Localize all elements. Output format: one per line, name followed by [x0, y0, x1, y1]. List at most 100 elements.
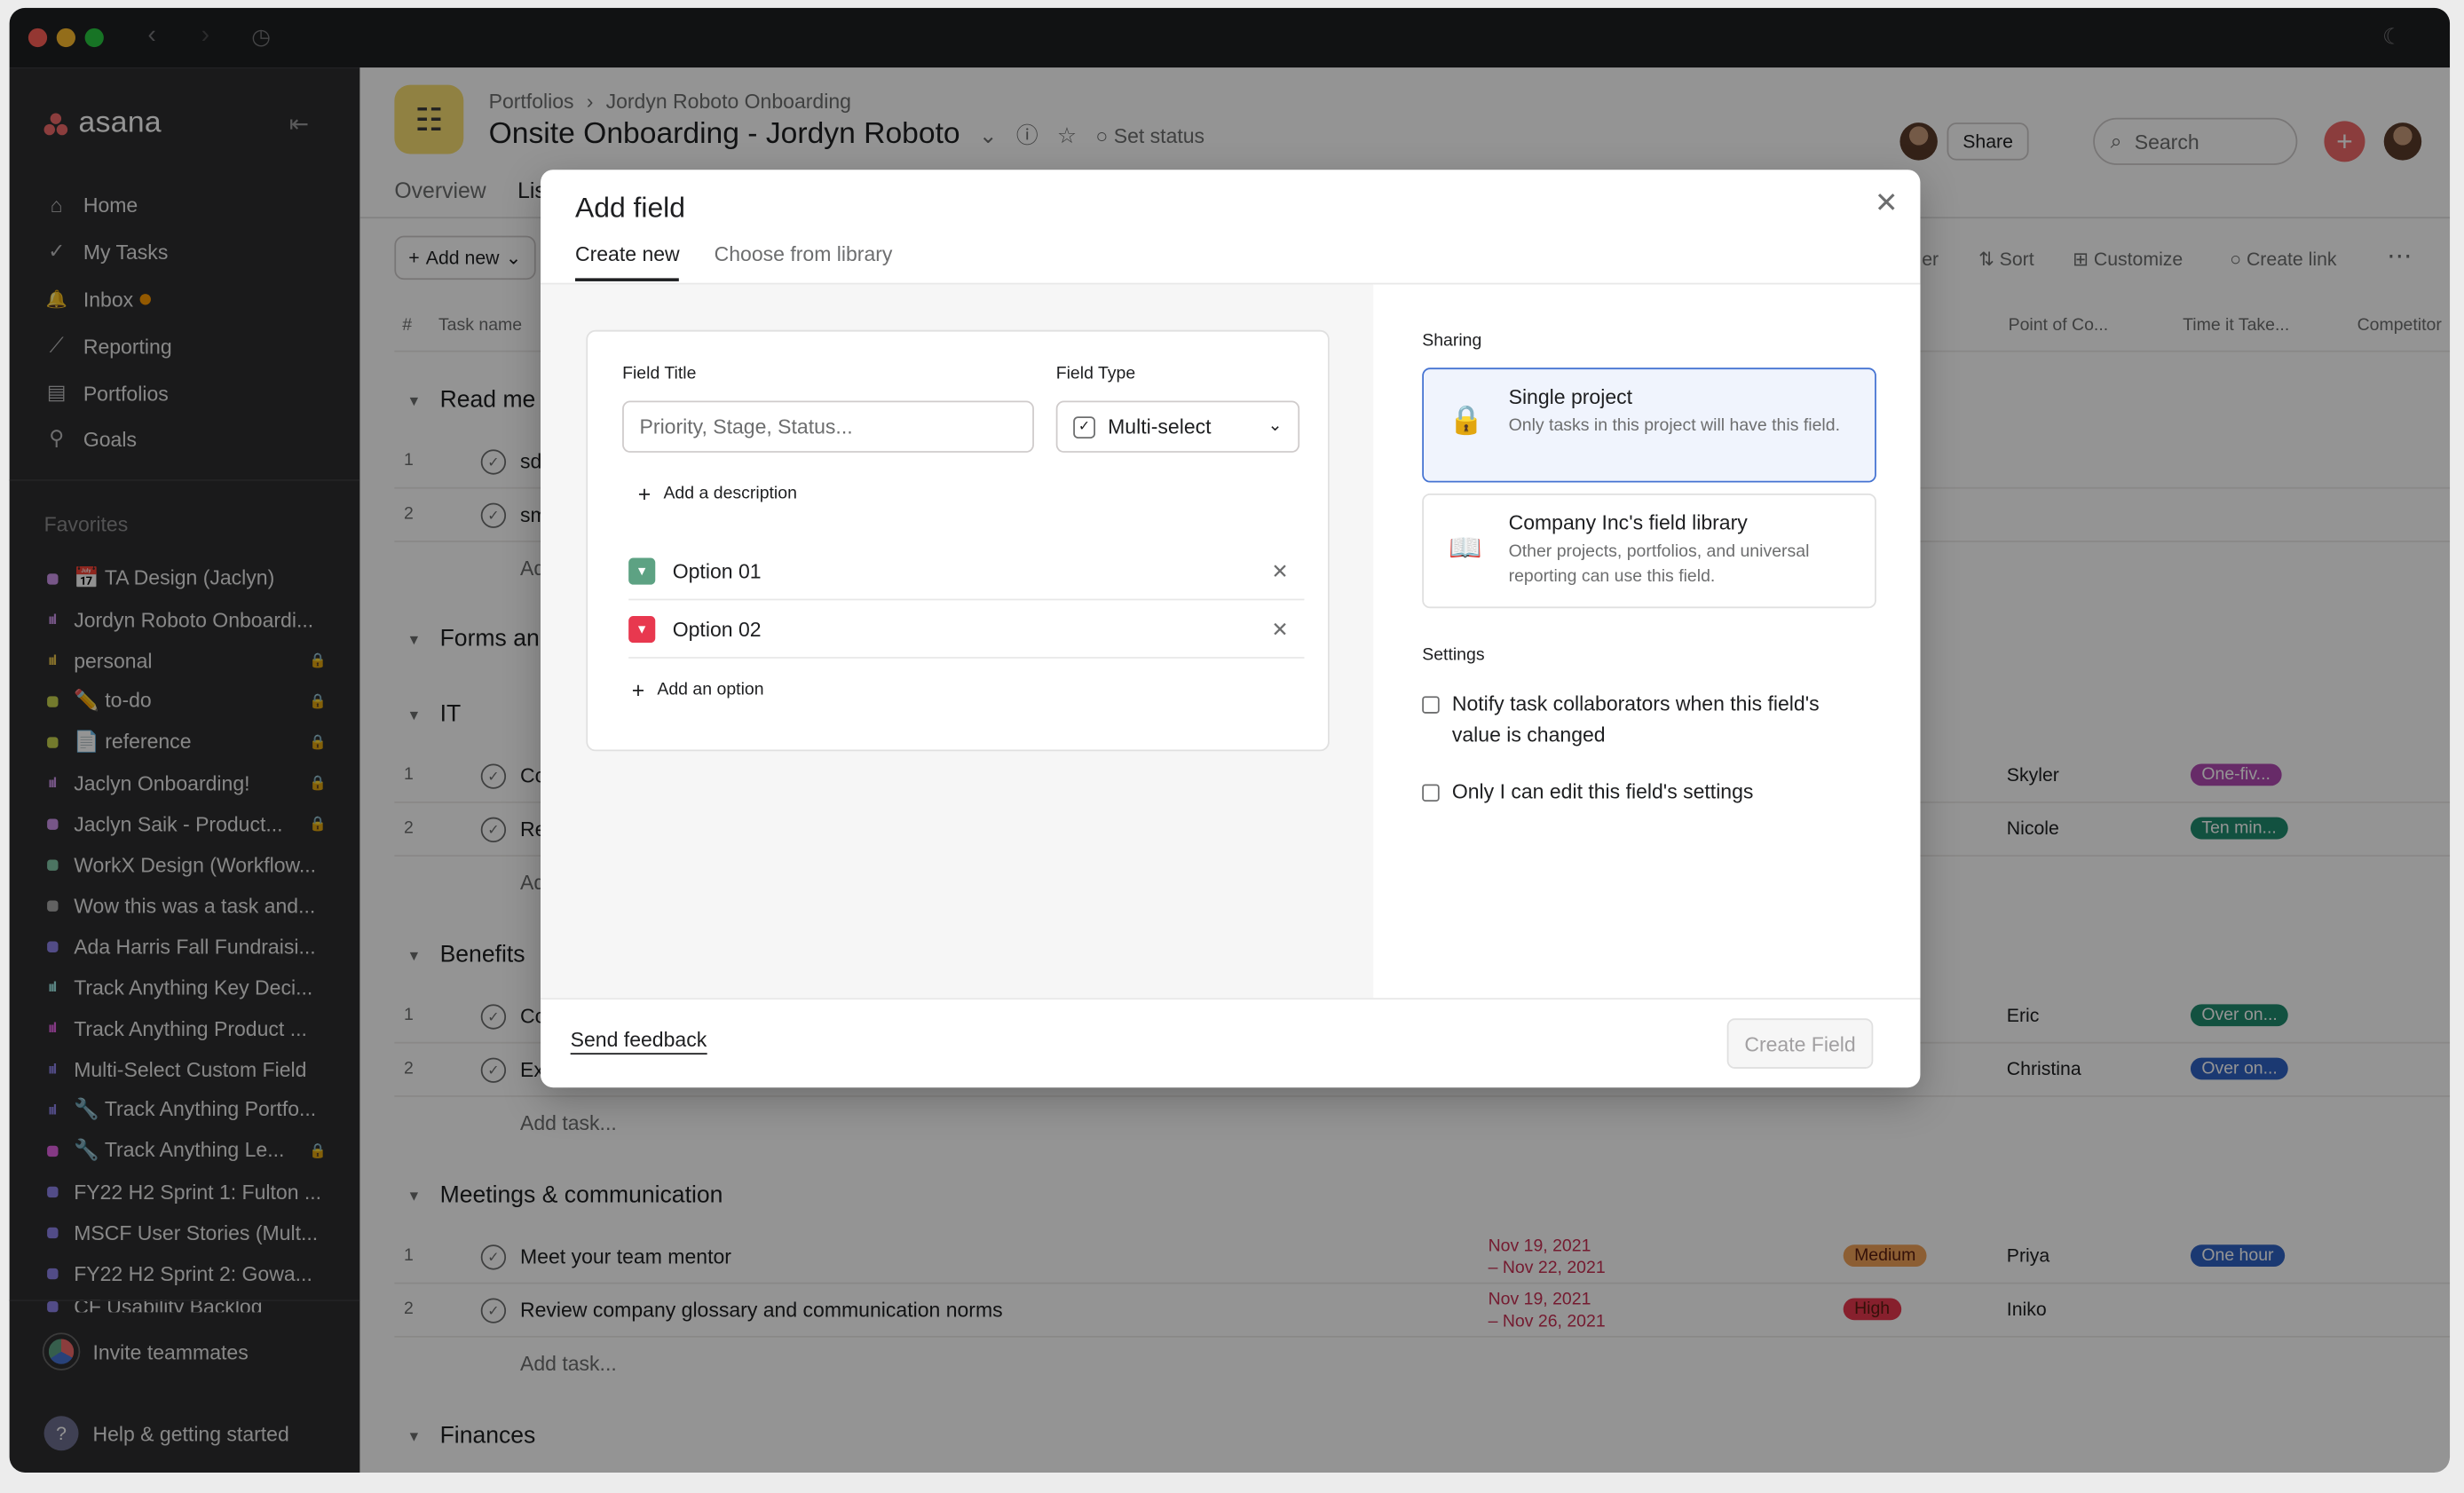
complete-task-check-icon[interactable]: ✓: [480, 449, 507, 475]
search-input[interactable]: ⌕ Search: [2093, 117, 2298, 165]
sidebar-item-goals[interactable]: ⚲ Goals: [44, 422, 137, 456]
time-estimate-badge[interactable]: One hour: [2190, 1244, 2285, 1268]
point-of-contact[interactable]: Priya: [2007, 1244, 2049, 1267]
add-new-button[interactable]: + Add new ⌄: [394, 235, 536, 280]
complete-task-check-icon[interactable]: ✓: [480, 1057, 507, 1083]
checkbox[interactable]: [1422, 784, 1440, 802]
history-clock-icon[interactable]: ◷: [251, 24, 271, 51]
quick-add-button[interactable]: +: [2324, 118, 2365, 165]
favorite-project[interactable]: ııl Jordyn Roboto Onboardi...: [44, 605, 328, 634]
breadcrumb-portfolio[interactable]: Jordyn Roboto Onboarding: [606, 90, 851, 114]
caret-down-icon[interactable]: ▼: [407, 1428, 422, 1444]
sidebar-item-my-tasks[interactable]: ✓ My Tasks: [44, 234, 168, 269]
favorite-project[interactable]: 📄 reference 🔒: [44, 728, 328, 756]
column-header-task[interactable]: Task name: [438, 316, 522, 335]
field-type-select[interactable]: ✓ Multi-select ⌄: [1055, 400, 1300, 453]
priority-badge[interactable]: Medium: [1843, 1244, 1927, 1268]
priority-badge[interactable]: High: [1843, 1298, 1901, 1321]
create-field-button[interactable]: Create Field: [1726, 1018, 1874, 1069]
time-estimate-badge[interactable]: Over on...: [2190, 1004, 2289, 1027]
table-row[interactable]: 2 ✓ Review company glossary and communicat…: [394, 1285, 2451, 1338]
forward-arrow-icon[interactable]: ›: [201, 22, 209, 51]
favorite-project[interactable]: WorkX Design (Workflow...: [44, 850, 328, 879]
complete-task-check-icon[interactable]: ✓: [480, 817, 507, 843]
caret-down-icon[interactable]: ▼: [407, 631, 422, 647]
option-color-swatch[interactable]: ▼: [628, 616, 656, 644]
complete-task-check-icon[interactable]: ✓: [480, 1298, 507, 1323]
close-icon[interactable]: ✕: [1875, 187, 1899, 220]
option-row[interactable]: ▼ Option 02 ✕: [628, 602, 1305, 659]
notify-collaborators-setting[interactable]: Notify task collaborators when this fiel…: [1422, 688, 1862, 751]
add-task-button[interactable]: Add task...: [520, 1352, 617, 1376]
set-status-button[interactable]: ○ Set status: [1095, 123, 1204, 147]
remove-option-icon[interactable]: ✕: [1271, 618, 1288, 643]
field-title-input[interactable]: Priority, Stage, Status...: [622, 400, 1034, 453]
point-of-contact[interactable]: Iniko: [2007, 1298, 2047, 1320]
point-of-contact[interactable]: Christina: [2007, 1058, 2081, 1080]
due-date[interactable]: Nov 19, 2021 – Nov 22, 2021: [1489, 1236, 1606, 1280]
favorite-project[interactable]: Wow this was a task and...: [44, 891, 328, 920]
zoom-window-button[interactable]: [84, 28, 104, 48]
complete-task-check-icon[interactable]: ✓: [480, 1004, 507, 1030]
time-estimate-badge[interactable]: Over on...: [2190, 1057, 2289, 1080]
add-description-button[interactable]: + Add a description: [638, 481, 797, 506]
favorite-project[interactable]: Ada Harris Fall Fundraisi...: [44, 932, 328, 960]
sort-button[interactable]: ⇅ Sort: [1978, 249, 2034, 271]
column-header-competitor[interactable]: Competitor: [2357, 316, 2442, 335]
column-header-point-of-contact[interactable]: Point of Co...: [2009, 316, 2109, 335]
profile-avatar[interactable]: [2383, 118, 2422, 165]
due-date[interactable]: Nov 19, 2021 – Nov 26, 2021: [1489, 1289, 1606, 1333]
favorite-project[interactable]: ııl Track Anything Product ...: [44, 1014, 328, 1042]
favorite-project[interactable]: ııl Track Anything Key Deci...: [44, 973, 328, 1001]
caret-down-icon[interactable]: ▼: [407, 392, 422, 408]
help-button[interactable]: ? Help & getting started: [43, 1416, 289, 1451]
favorite-project[interactable]: ııl Multi-Select Custom Field: [44, 1055, 328, 1083]
close-window-button[interactable]: [28, 28, 48, 48]
collapse-sidebar-icon[interactable]: ⇤: [289, 110, 309, 138]
favorite-project[interactable]: MSCF User Stories (Mult...: [44, 1218, 328, 1246]
sidebar-item-home[interactable]: ⌂ Home: [44, 187, 138, 222]
option-color-swatch[interactable]: ▼: [628, 557, 656, 585]
customize-button[interactable]: ⊞ Customize: [2073, 249, 2183, 271]
project-icon[interactable]: ☷: [394, 84, 464, 154]
favorite-project[interactable]: CF Usability Backlog: [44, 1299, 328, 1312]
favorite-project[interactable]: ııl 🔧 Track Anything Portfo...: [44, 1095, 328, 1124]
more-options-icon[interactable]: ⋯: [2387, 241, 2412, 272]
point-of-contact[interactable]: Nicole: [2007, 818, 2059, 840]
checkbox[interactable]: [1422, 696, 1440, 714]
task-name[interactable]: Meet your team mentor: [520, 1244, 731, 1268]
sidebar-item-portfolios[interactable]: ▤ Portfolios: [44, 375, 169, 410]
favorite-project[interactable]: ✏️ to-do 🔒: [44, 687, 328, 715]
sharing-option-field-library[interactable]: 📖 Company Inc's field library Other proj…: [1422, 493, 1876, 609]
option-row[interactable]: ▼ Option 01 ✕: [628, 544, 1305, 601]
share-button[interactable]: Share: [1947, 118, 2029, 165]
favorite-project[interactable]: Jaclyn Saik - Product... 🔒: [44, 810, 328, 838]
option-label[interactable]: Option 02: [673, 618, 762, 642]
sharing-option-single-project[interactable]: 🔒 Single project Only tasks in this proj…: [1422, 367, 1876, 483]
caret-down-icon[interactable]: ▼: [407, 1188, 422, 1204]
complete-task-check-icon[interactable]: ✓: [480, 1244, 507, 1270]
breadcrumb-portfolios[interactable]: Portfolios: [489, 90, 574, 114]
add-task-button[interactable]: Add task...: [520, 1111, 617, 1135]
send-feedback-link[interactable]: Send feedback: [570, 1028, 707, 1055]
asana-logo[interactable]: asana: [43, 107, 162, 141]
chevron-down-icon[interactable]: ⌄: [979, 122, 998, 148]
favorite-project[interactable]: 📅 TA Design (Jaclyn): [44, 565, 328, 593]
sidebar-item-inbox[interactable]: 🔔 Inbox: [44, 281, 151, 316]
create-link-button[interactable]: ○ Create link: [2230, 249, 2336, 271]
tab-overview[interactable]: Overview: [394, 178, 486, 202]
only-i-can-edit-setting[interactable]: Only I can edit this field's settings: [1422, 777, 1862, 808]
section-header[interactable]: ▼ Finances: [407, 1422, 536, 1449]
section-header[interactable]: ▼ IT: [407, 701, 462, 728]
option-label[interactable]: Option 01: [673, 559, 762, 583]
filter-button[interactable]: er: [1922, 249, 1939, 271]
info-icon[interactable]: ⓘ: [1016, 120, 1039, 151]
caret-down-icon[interactable]: ▼: [407, 947, 422, 963]
task-name[interactable]: Review company glossary and communicatio…: [520, 1298, 1003, 1322]
time-estimate-badge[interactable]: One-fiv...: [2190, 763, 2282, 786]
section-header[interactable]: ▼ Forms an: [407, 626, 540, 652]
column-header-time[interactable]: Time it Take...: [2183, 316, 2289, 335]
time-estimate-badge[interactable]: Ten min...: [2190, 817, 2288, 840]
task-name[interactable]: sd: [520, 449, 541, 473]
complete-task-check-icon[interactable]: ✓: [480, 502, 507, 528]
